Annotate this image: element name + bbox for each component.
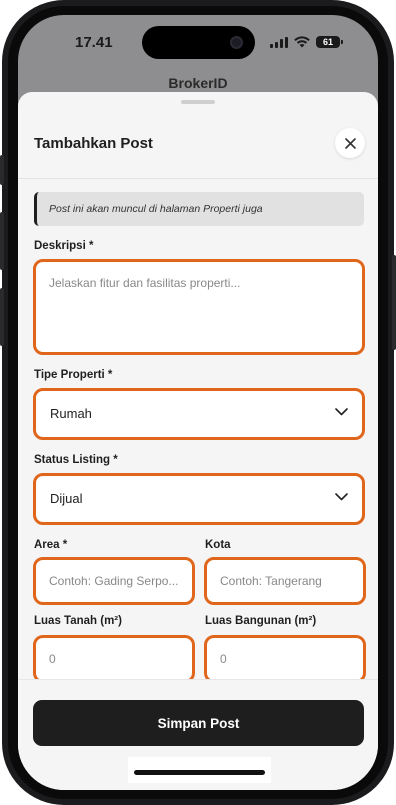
deskripsi-label: Deskripsi *: [34, 240, 94, 252]
deskripsi-placeholder: Jelaskan fitur dan fasilitas properti...: [49, 276, 241, 290]
bottom-action-bar: Simpan Post: [18, 679, 378, 790]
sheet-title: Tambahkan Post: [34, 135, 153, 152]
status-icons: 61: [270, 36, 343, 48]
power-button: [392, 255, 396, 350]
deskripsi-textarea[interactable]: Jelaskan fitur dan fasilitas properti...: [33, 259, 365, 355]
close-button[interactable]: [335, 128, 365, 158]
dynamic-island: [142, 26, 255, 59]
chevron-down-icon: [335, 408, 348, 416]
tipe-properti-select[interactable]: Rumah: [33, 388, 365, 440]
close-icon: [344, 137, 356, 149]
camera-icon: [230, 36, 243, 49]
home-indicator-area: [128, 757, 271, 783]
luas-bangunan-label: Luas Bangunan (m²): [205, 615, 317, 627]
luas-tanah-label: Luas Tanah (m²): [34, 615, 122, 627]
kota-input[interactable]: Contoh: Tangerang: [204, 557, 366, 605]
status-time: 17.41: [75, 34, 113, 51]
tipe-properti-value: Rumah: [50, 406, 92, 421]
kota-label: Kota: [205, 539, 231, 551]
area-label: Area *: [34, 539, 68, 551]
tipe-properti-label: Tipe Properti *: [34, 369, 113, 381]
add-post-sheet: Tambahkan Post Post ini akan muncul di h…: [18, 92, 378, 790]
save-post-button[interactable]: Simpan Post: [33, 700, 364, 746]
status-listing-select[interactable]: Dijual: [33, 473, 365, 525]
wifi-icon: [294, 36, 310, 48]
status-listing-value: Dijual: [50, 491, 83, 506]
volume-down-button: [0, 288, 4, 346]
kota-placeholder: Contoh: Tangerang: [220, 574, 322, 588]
luas-bangunan-value: 0: [220, 652, 227, 666]
area-placeholder: Contoh: Gading Serpo...: [49, 574, 179, 588]
screen: 17.41 61 BrokerID Tambahkan Post Post in…: [18, 15, 378, 790]
action-button: [0, 155, 4, 185]
battery-icon: 61: [316, 36, 343, 48]
status-listing-label: Status Listing *: [34, 454, 118, 466]
luas-tanah-value: 0: [49, 652, 56, 666]
chevron-down-icon: [335, 493, 348, 501]
volume-up-button: [0, 212, 4, 270]
cellular-signal-icon: [270, 36, 288, 48]
header-divider: [18, 178, 378, 179]
luas-tanah-input[interactable]: 0: [33, 635, 195, 683]
area-input[interactable]: Contoh: Gading Serpo...: [33, 557, 195, 605]
luas-bangunan-input[interactable]: 0: [204, 635, 366, 683]
info-notice: Post ini akan muncul di halaman Properti…: [34, 192, 364, 226]
status-bar: 17.41 61: [18, 15, 378, 73]
sheet-grabber[interactable]: [181, 100, 215, 104]
home-indicator[interactable]: [134, 770, 265, 775]
app-title: BrokerID: [168, 75, 228, 91]
